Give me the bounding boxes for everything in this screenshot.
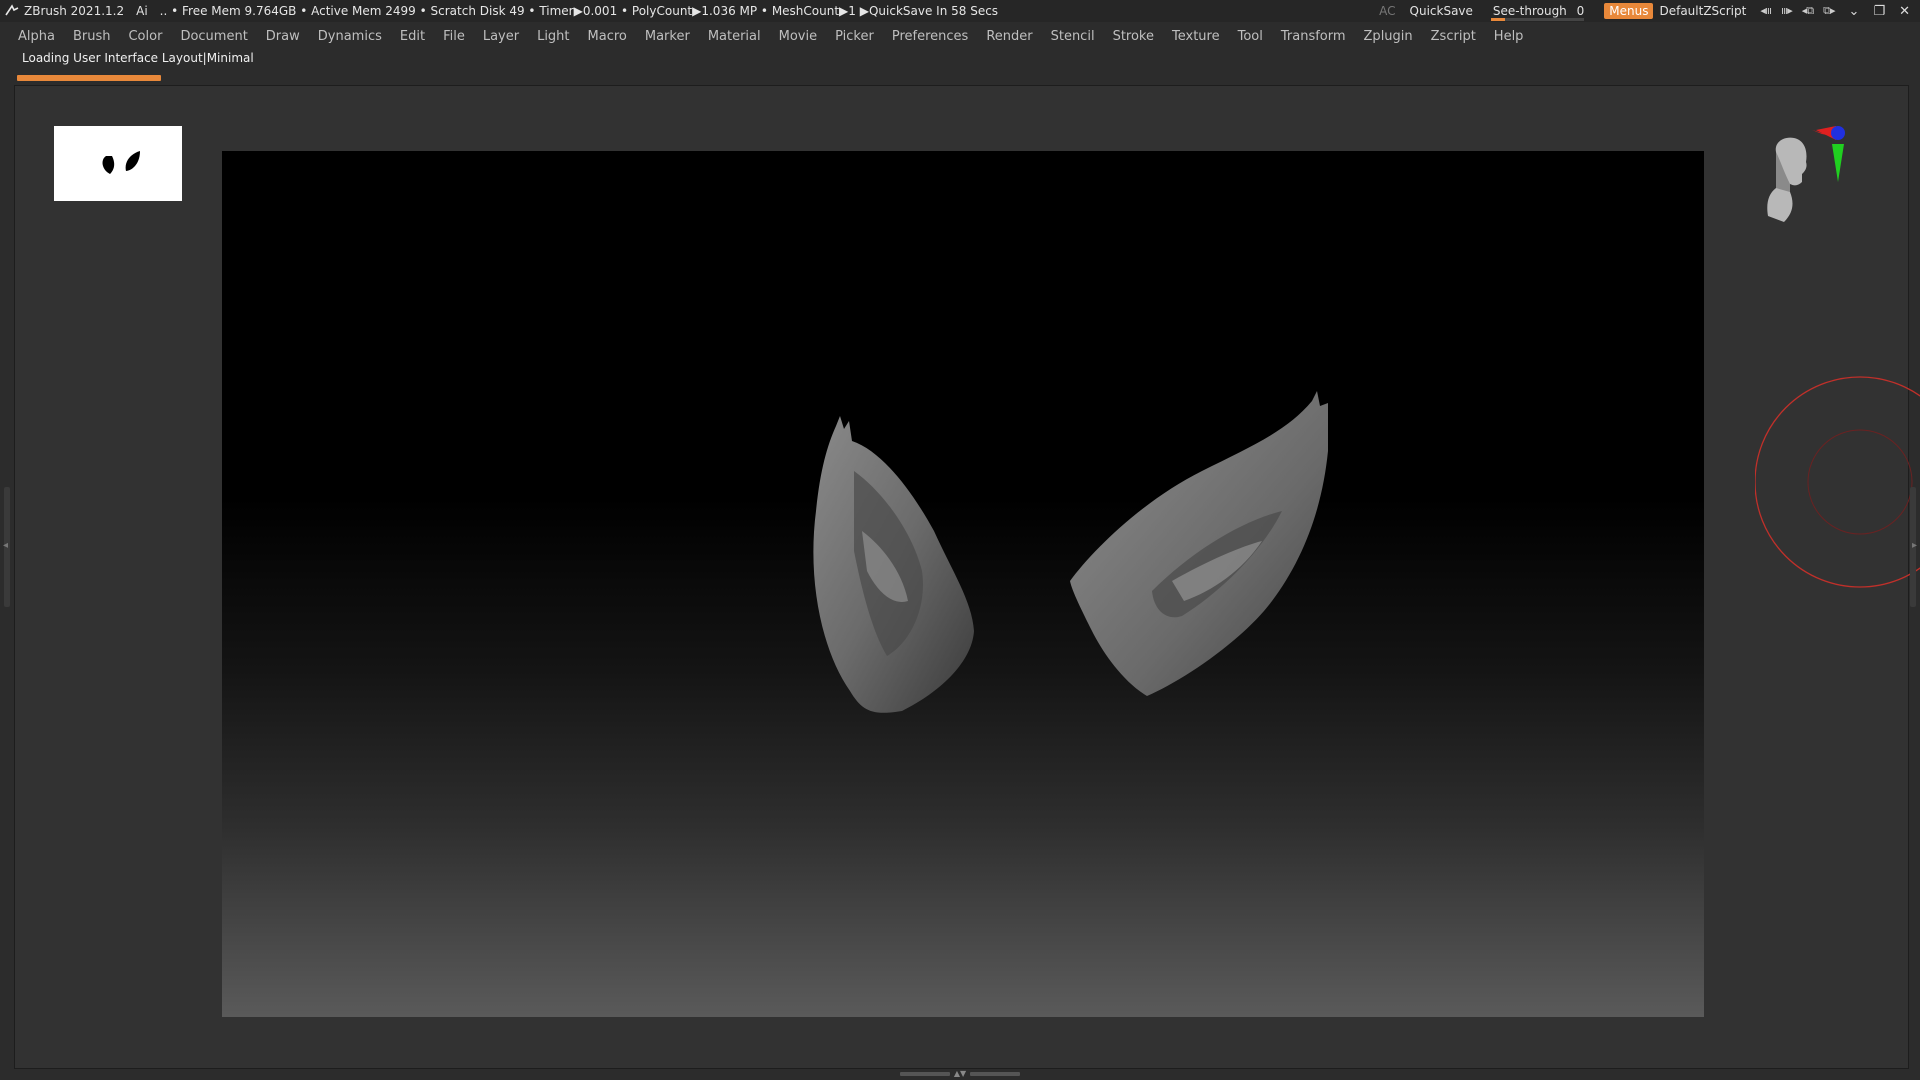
see-through-track: [1490, 18, 1585, 21]
menu-document[interactable]: Document: [171, 29, 256, 44]
navigation-gizmo: [1767, 126, 1845, 222]
elf-ears-alpha-icon[interactable]: [54, 126, 182, 201]
menu-color[interactable]: Color: [119, 29, 171, 44]
menu-draw[interactable]: Draw: [257, 29, 309, 44]
brush-ring-graphic: [1755, 376, 1920, 588]
loading-progress-bar: [17, 75, 161, 81]
menu-transform[interactable]: Transform: [1272, 29, 1355, 44]
ac-button[interactable]: AC: [1379, 4, 1395, 18]
main-menu-bar: Alpha Brush Color Document Draw Dynamics…: [0, 24, 1920, 48]
menu-marker[interactable]: Marker: [636, 29, 699, 44]
menu-help[interactable]: Help: [1485, 29, 1533, 44]
menu-dynamics[interactable]: Dynamics: [309, 29, 391, 44]
alpha-preview-graphic: [102, 151, 140, 174]
left-tray-arrow-icon[interactable]: ◂: [3, 540, 8, 551]
menu-picker[interactable]: Picker: [826, 29, 883, 44]
menu-tool[interactable]: Tool: [1229, 29, 1272, 44]
document-viewport[interactable]: [222, 151, 1704, 1017]
popup-window-icon[interactable]: ◂⧉: [1802, 4, 1814, 18]
floating-window-icon[interactable]: ⧉▸: [1823, 4, 1835, 18]
layout-controls: ◂ııı ııı▸ ◂⧉ ⧉▸: [1760, 4, 1835, 18]
menu-file[interactable]: File: [434, 29, 474, 44]
menu-zscript[interactable]: Zscript: [1422, 29, 1485, 44]
menu-zplugin[interactable]: Zplugin: [1355, 29, 1422, 44]
titlebar-right: AC QuickSave See-through 0 Menus Default…: [1365, 0, 1920, 22]
layout-next-icon[interactable]: ııı▸: [1781, 4, 1793, 18]
bottom-tray-handle[interactable]: ▲▼: [895, 1070, 1025, 1078]
quicksave-button[interactable]: QuickSave: [1410, 4, 1473, 18]
menu-light[interactable]: Light: [528, 29, 578, 44]
navigation-head-icon[interactable]: [1754, 122, 1850, 252]
see-through-value: 0: [1576, 4, 1585, 18]
menu-edit[interactable]: Edit: [391, 29, 434, 44]
menu-macro[interactable]: Macro: [579, 29, 636, 44]
title-bar: ZBrush 2021.1.2 Ai .. • Free Mem 9.764GB…: [0, 0, 1920, 22]
ai-button[interactable]: Ai: [136, 4, 148, 18]
memory-stats: .. • Free Mem 9.764GB • Active Mem 2499 …: [159, 4, 999, 18]
zbrush-logo-icon: [5, 4, 19, 16]
menu-material[interactable]: Material: [699, 29, 770, 44]
window-controls: ⌄ ❐ ✕: [1849, 4, 1910, 19]
right-tray-arrow-icon[interactable]: ▸: [1912, 540, 1917, 551]
elf-ears-model-icon: [813, 391, 1328, 713]
app-title: ZBrush 2021.1.2: [24, 4, 125, 18]
menu-stroke[interactable]: Stroke: [1104, 29, 1163, 44]
bottom-handle-right-segment: [970, 1072, 1021, 1076]
brush-draw-size-ring-icon: [1755, 376, 1920, 596]
restore-icon[interactable]: ❐: [1873, 4, 1885, 19]
tray-expand-icon[interactable]: ▲▼: [954, 1070, 966, 1078]
loading-status-text: Loading User Interface Layout|Minimal: [22, 51, 254, 65]
menu-alpha[interactable]: Alpha: [0, 29, 64, 44]
minimize-icon[interactable]: ⌄: [1849, 4, 1860, 19]
menu-texture[interactable]: Texture: [1163, 29, 1229, 44]
menu-preferences[interactable]: Preferences: [883, 29, 977, 44]
see-through-slider[interactable]: See-through 0: [1487, 4, 1590, 21]
menu-layer[interactable]: Layer: [474, 29, 528, 44]
menus-toggle-button[interactable]: Menus: [1604, 3, 1654, 19]
menu-brush[interactable]: Brush: [64, 29, 120, 44]
menu-render[interactable]: Render: [977, 29, 1041, 44]
menu-movie[interactable]: Movie: [770, 29, 826, 44]
menu-stencil[interactable]: Stencil: [1042, 29, 1104, 44]
default-zscript-button[interactable]: DefaultZScript: [1659, 4, 1746, 18]
see-through-label: See-through: [1492, 4, 1567, 18]
layout-prev-icon[interactable]: ◂ııı: [1760, 4, 1772, 18]
bottom-handle-left-segment: [899, 1072, 950, 1076]
close-icon[interactable]: ✕: [1899, 4, 1910, 19]
